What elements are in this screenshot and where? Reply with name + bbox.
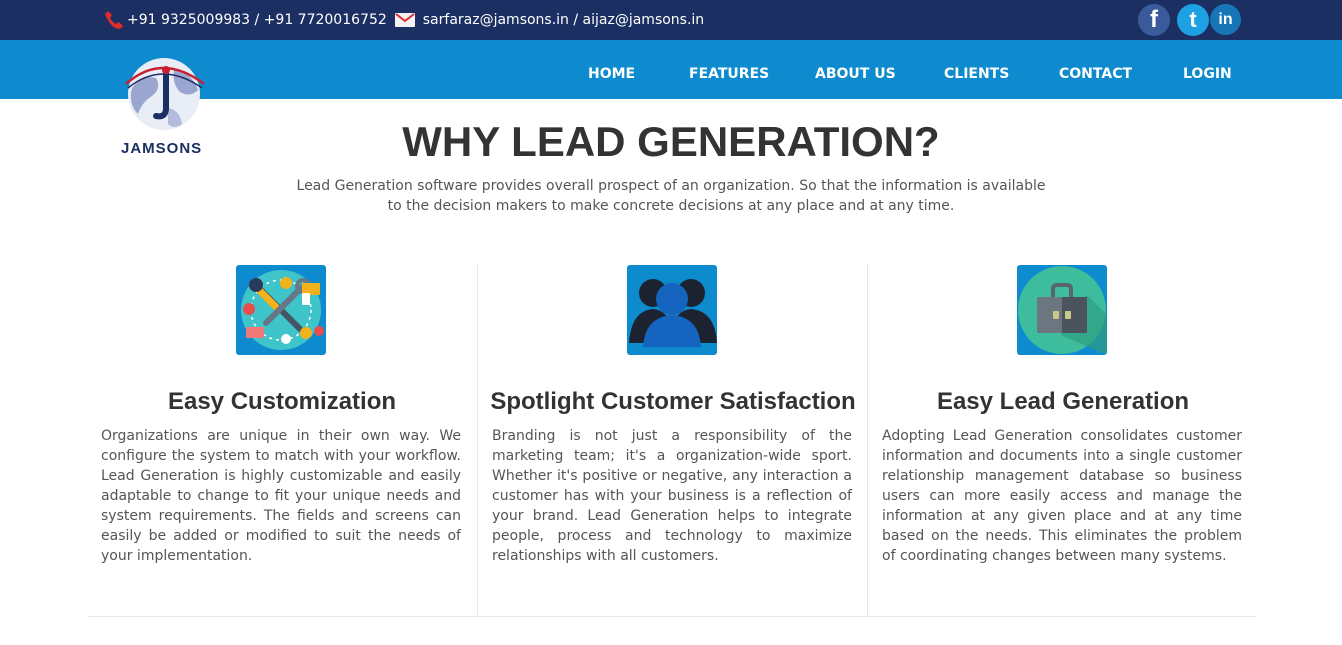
intro-text: Lead Generation software provides overal… — [296, 178, 1046, 214]
contact-info: +91 9325009983 / +91 7720016752 sarfaraz… — [103, 9, 704, 31]
email-addresses[interactable]: sarfaraz@jamsons.in / aijaz@jamsons.in — [423, 12, 704, 28]
mail-icon — [394, 13, 415, 27]
linkedin-icon[interactable]: in — [1210, 4, 1241, 35]
page-title: WHY LEAD GENERATION? — [402, 118, 940, 165]
facebook-glyph: f — [1150, 6, 1158, 33]
feature-title: Spotlight Customer Satisfaction — [490, 388, 856, 415]
section-divider — [87, 616, 1256, 617]
feature-description: Adopting Lead Generation consolidates cu… — [882, 428, 1242, 564]
linkedin-glyph: in — [1218, 10, 1233, 28]
nav-clients[interactable]: CLIENTS — [944, 66, 1009, 82]
feature-customer-satisfaction: Spotlight Customer Satisfaction Branding… — [477, 264, 867, 616]
feature-lead-generation: Easy Lead Generation Adopting Lead Gener… — [867, 264, 1257, 616]
feature-customization: Easy Customization Organizations are uni… — [87, 264, 477, 616]
tools-icon — [236, 265, 326, 355]
nav-contact[interactable]: CONTACT — [1059, 66, 1132, 82]
feature-title: Easy Customization — [167, 388, 397, 415]
phone-icon — [105, 11, 123, 29]
feature-description: Organizations are unique in their own wa… — [101, 428, 461, 564]
phone-numbers[interactable]: +91 9325009983 / +91 7720016752 — [127, 12, 387, 28]
briefcase-icon — [1017, 265, 1107, 355]
twitter-glyph: t — [1189, 7, 1197, 32]
nav-features[interactable]: FEATURES — [689, 66, 769, 82]
nav-login[interactable]: LOGIN — [1183, 66, 1232, 82]
top-contact-bar: +91 9325009983 / +91 7720016752 sarfaraz… — [0, 0, 1342, 40]
facebook-icon[interactable]: f — [1138, 4, 1170, 36]
nav-home[interactable]: HOME — [588, 66, 635, 82]
nav-about-us[interactable]: ABOUT US — [815, 66, 896, 82]
customers-icon — [627, 265, 717, 355]
feature-description: Branding is not just a responsibility of… — [492, 428, 852, 564]
feature-title: Easy Lead Generation — [936, 388, 1190, 415]
twitter-icon[interactable]: t — [1177, 4, 1209, 36]
